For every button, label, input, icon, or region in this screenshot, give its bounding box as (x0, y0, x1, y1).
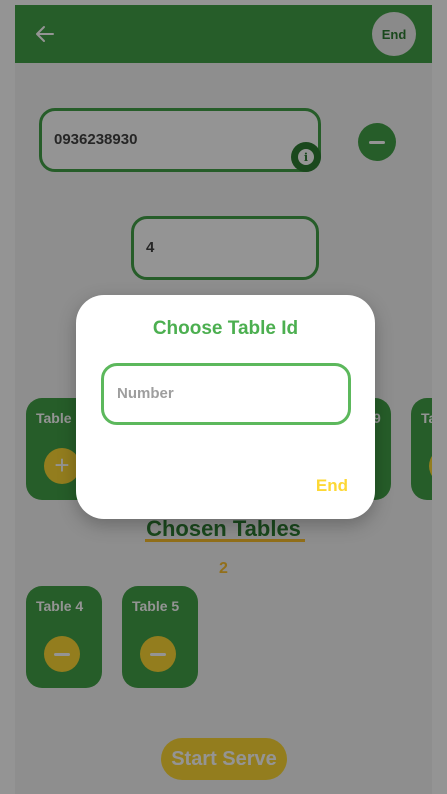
choose-table-dialog: Choose Table Id Number End (76, 295, 375, 519)
dialog-title: Choose Table Id (152, 318, 299, 339)
input-placeholder: Number (117, 385, 174, 402)
dialog-end-button[interactable]: End (316, 476, 348, 496)
table-id-input[interactable]: Number (101, 363, 351, 425)
